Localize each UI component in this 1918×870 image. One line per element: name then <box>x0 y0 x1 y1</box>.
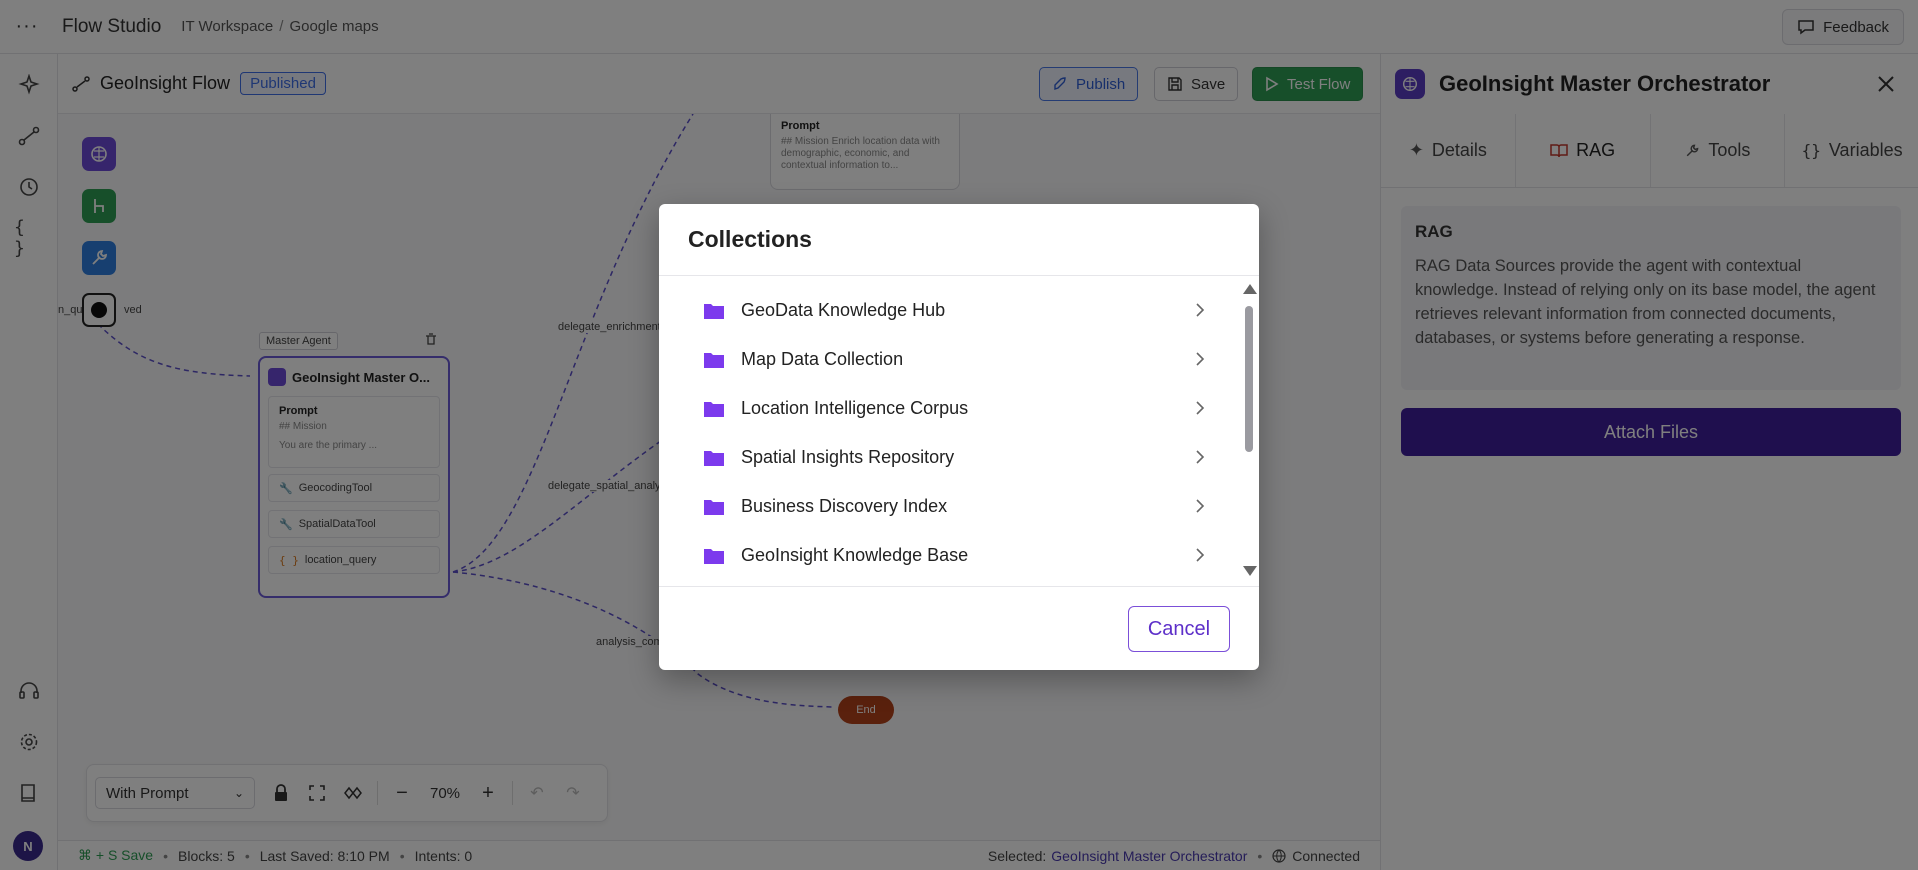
collection-name: GeoInsight Knowledge Base <box>741 545 969 565</box>
chevron-right-icon <box>1196 352 1205 366</box>
scroll-thumb[interactable] <box>1245 306 1253 452</box>
folder-icon <box>704 401 724 417</box>
collection-name: Spatial Insights Repository <box>741 447 955 467</box>
collection-name: Business Discovery Index <box>741 496 948 516</box>
chevron-right-icon <box>1196 303 1205 317</box>
chevron-right-icon <box>1196 499 1205 513</box>
collection-item[interactable]: Location Intelligence Corpus <box>659 384 1243 433</box>
folder-icon <box>704 548 724 564</box>
scroll-up-arrow[interactable] <box>1243 284 1257 294</box>
collection-item[interactable]: Map Data Collection <box>659 335 1243 384</box>
chevron-right-icon <box>1196 548 1205 562</box>
chevron-right-icon <box>1196 401 1205 415</box>
modal-title: Collections <box>659 204 1259 276</box>
cancel-button[interactable]: Cancel <box>1128 606 1230 652</box>
collections-list: GeoData Knowledge Hub Map Data Collectio… <box>659 276 1243 586</box>
folder-icon <box>704 303 724 319</box>
scroll-down-arrow[interactable] <box>1243 566 1257 576</box>
collection-item[interactable]: Spatial Insights Repository <box>659 433 1243 482</box>
folder-icon <box>704 450 724 466</box>
modal-footer: Cancel <box>659 586 1259 670</box>
collection-name: Location Intelligence Corpus <box>741 398 969 418</box>
list-scrollbar[interactable] <box>1240 280 1258 584</box>
folder-icon <box>704 499 724 515</box>
collection-item[interactable]: GeoData Knowledge Hub <box>659 286 1243 335</box>
chevron-right-icon <box>1196 450 1205 464</box>
collection-item[interactable]: Business Discovery Index <box>659 482 1243 531</box>
folder-icon <box>704 352 724 368</box>
collection-item[interactable]: GeoInsight Knowledge Base <box>659 531 1243 580</box>
collection-name: Map Data Collection <box>741 349 904 369</box>
collection-name: GeoData Knowledge Hub <box>741 300 946 320</box>
collections-modal: Collections GeoData Knowledge Hub Map Da… <box>659 204 1259 670</box>
